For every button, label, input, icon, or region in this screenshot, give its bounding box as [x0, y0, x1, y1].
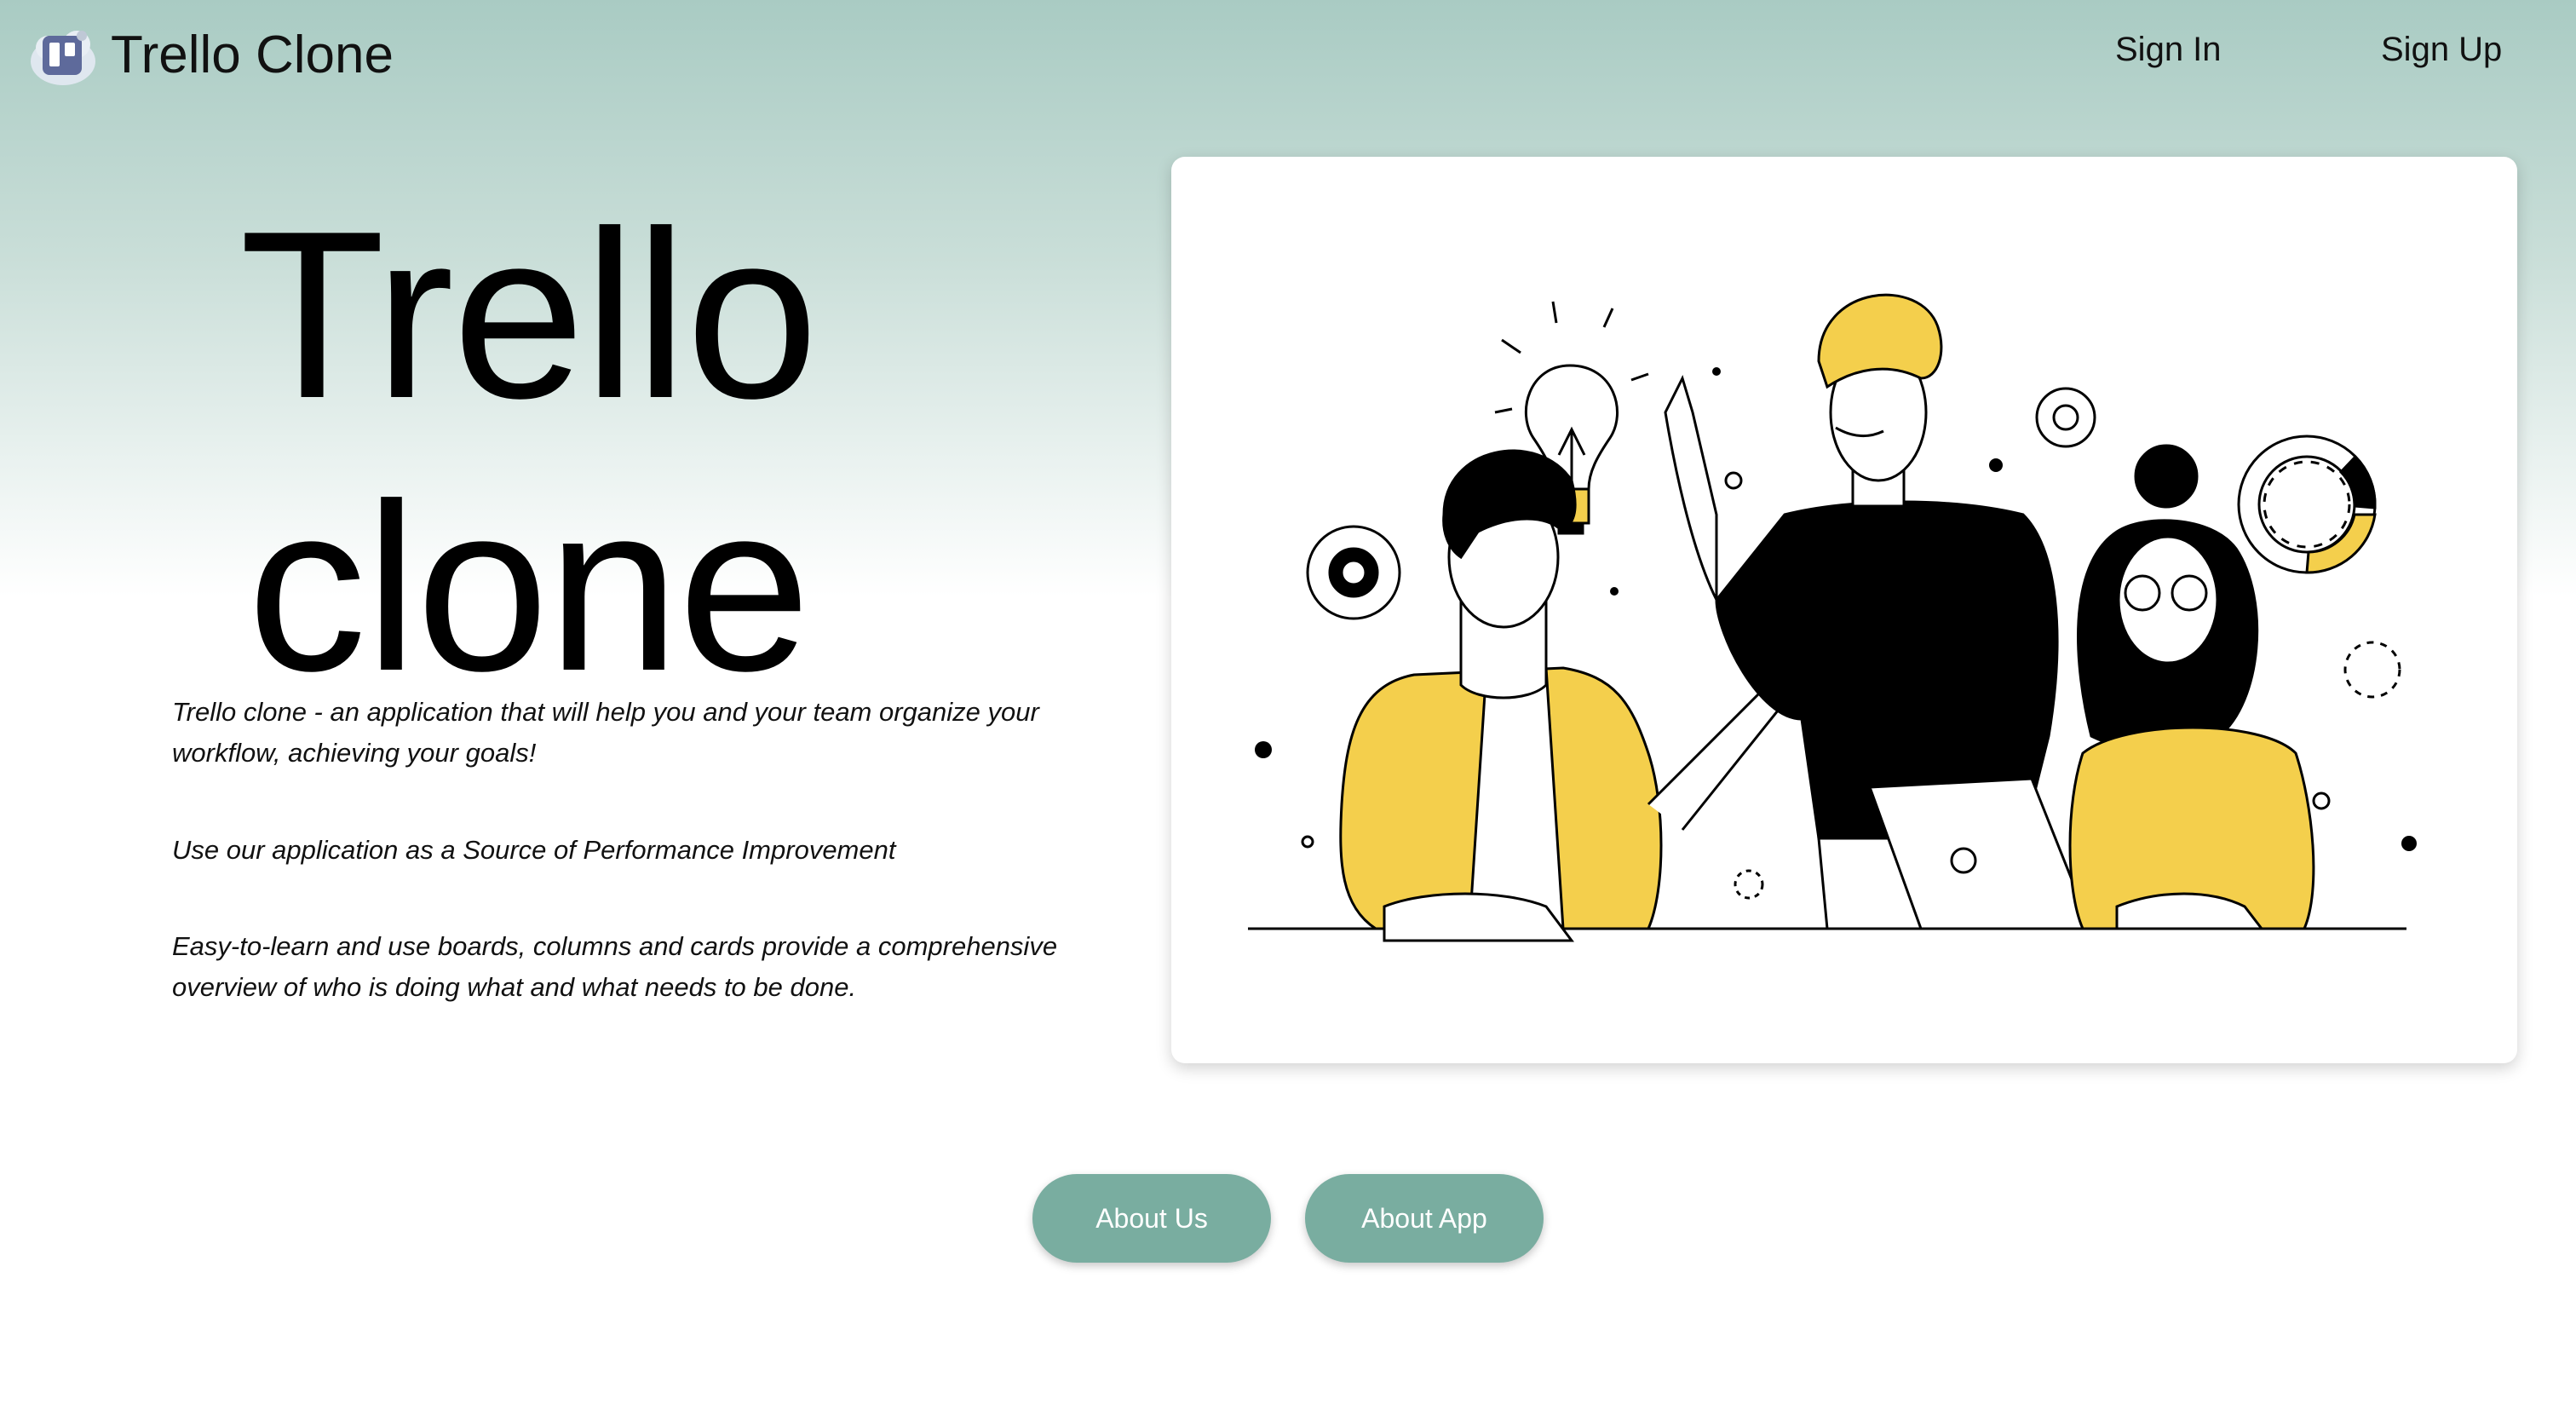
illustration-card — [1171, 157, 2517, 1063]
donut-chart-icon — [2237, 435, 2377, 574]
hero-paragraph-performance: Use our application as a Source of Perfo… — [172, 835, 896, 865]
hero-title: Trello clone — [170, 179, 886, 724]
person-left — [1339, 449, 1803, 942]
app-title: Trello Clone — [111, 25, 394, 84]
team-brainstorm-illustration — [1248, 293, 2417, 942]
header: Trello Clone Sign In Sign Up — [0, 0, 2576, 111]
about-us-button[interactable]: About Us — [1032, 1174, 1271, 1263]
person-middle — [1664, 293, 2094, 930]
trello-board-icon — [27, 19, 99, 90]
gear-icon-left — [1306, 525, 1401, 620]
sign-in-link[interactable]: Sign In — [2115, 31, 2222, 69]
gear-icon-right — [2035, 387, 2096, 448]
hero-title-line-2: clone — [247, 455, 810, 721]
hero-paragraph-boards: Easy-to-learn and use boards, columns an… — [172, 931, 1058, 1002]
about-app-button[interactable]: About App — [1305, 1174, 1544, 1263]
sign-up-link[interactable]: Sign Up — [2381, 31, 2502, 69]
hero-title-line-1: Trello — [239, 182, 819, 448]
hero-paragraph-intro: Trello clone - an application that will … — [172, 697, 1039, 768]
logo[interactable]: Trello Clone — [27, 19, 394, 90]
